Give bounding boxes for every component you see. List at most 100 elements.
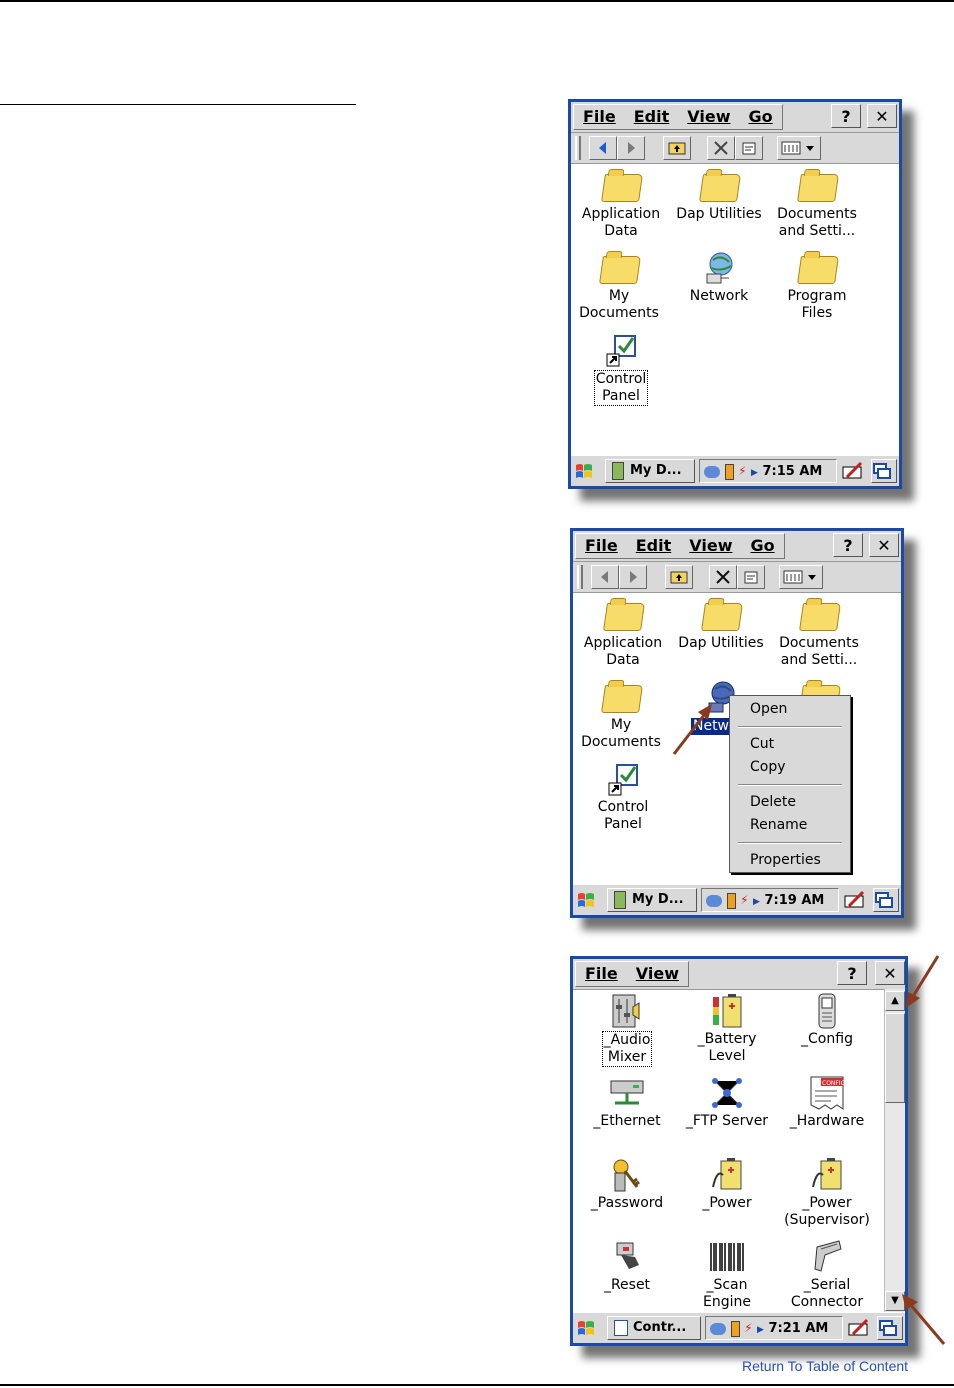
menu-view[interactable]: View [680, 534, 741, 558]
icon-scan-engine[interactable]: _Scan Engine [679, 1239, 775, 1311]
menu-file[interactable]: File [576, 534, 627, 558]
start-button[interactable] [575, 1316, 603, 1340]
return-to-toc-link[interactable]: Return To Table of Content [742, 1358, 908, 1374]
input-panel-button[interactable] [843, 888, 871, 912]
menu-go[interactable]: Go [739, 105, 781, 129]
top-rule [0, 0, 954, 2]
taskbar-app-button[interactable]: My D... [605, 459, 695, 483]
input-panel-button[interactable] [841, 459, 869, 483]
icon-power[interactable]: _Power [679, 1157, 775, 1212]
delete-x-icon [716, 570, 730, 584]
forward-button[interactable] [619, 565, 647, 589]
tray-expand-icon[interactable]: ▶ [753, 897, 760, 907]
icon-ethernet[interactable]: _Ethernet [579, 1075, 675, 1130]
tray-expand-icon[interactable]: ▶ [751, 468, 758, 478]
help-button[interactable]: ? [831, 104, 861, 128]
icon-serial-connector[interactable]: _Serial Connector [779, 1239, 875, 1311]
config-tag: CONFIG [822, 1080, 846, 1087]
icon-audio-mixer[interactable]: _Audio Mixer [579, 993, 675, 1067]
scroll-thumb[interactable] [885, 1013, 905, 1103]
start-button[interactable] [573, 459, 601, 483]
icon-battery-level[interactable]: _Battery Level [679, 993, 775, 1065]
back-button[interactable] [589, 136, 617, 160]
menu-edit[interactable]: Edit [627, 534, 681, 558]
context-cut[interactable]: Cut [730, 733, 850, 756]
taskbar-app-label: Contr... [633, 1320, 687, 1335]
clock[interactable]: 7:19 AM [764, 893, 824, 908]
battery-tray-icon[interactable] [726, 892, 736, 909]
icon-dap-utilities[interactable]: Dap Utilities [671, 168, 767, 223]
clock[interactable]: 7:21 AM [768, 1321, 828, 1336]
view-mode-button[interactable] [779, 565, 823, 589]
folder-icon [797, 256, 839, 284]
context-rename[interactable]: Rename [730, 814, 850, 837]
context-properties[interactable]: Properties [730, 849, 850, 872]
context-copy[interactable]: Copy [730, 756, 850, 779]
icon-my-documents[interactable]: My Documents [571, 250, 667, 322]
delete-button[interactable] [707, 136, 735, 160]
input-panel-button[interactable] [847, 1316, 875, 1340]
icon-application-data[interactable]: Application Data [573, 168, 669, 240]
icon-application-data[interactable]: Application Data [575, 597, 671, 669]
icon-password[interactable]: _Password [579, 1157, 675, 1212]
icon-label: _Audio Mixer [601, 1031, 653, 1067]
keyboard-pen-icon [842, 461, 863, 479]
desktop-switch-button[interactable] [877, 1316, 903, 1340]
battery-tray-icon[interactable] [724, 463, 734, 480]
context-delete[interactable]: Delete [730, 791, 850, 814]
icon-label: Application Data [581, 206, 661, 239]
icon-documents-and-settings[interactable]: Documents and Setti... [771, 597, 867, 669]
tray-expand-icon[interactable]: ▶ [757, 1325, 764, 1335]
up-folder-button[interactable] [663, 136, 691, 160]
list-view-icon [783, 570, 816, 584]
taskbar-app-button[interactable]: Contr... [607, 1316, 701, 1340]
up-folder-button[interactable] [665, 565, 693, 589]
toolbar-grip[interactable] [575, 136, 581, 160]
menu-file[interactable]: File [576, 962, 627, 986]
icon-dap-utilities[interactable]: Dap Utilities [673, 597, 769, 652]
icon-config[interactable]: _Config [779, 993, 875, 1048]
icon-documents-and-settings[interactable]: Documents and Setti... [769, 168, 865, 240]
close-button[interactable]: ✕ [867, 104, 897, 128]
icon-control-panel[interactable]: Control Panel [575, 761, 671, 833]
back-button[interactable] [591, 565, 619, 589]
help-button[interactable]: ? [837, 961, 867, 985]
properties-button[interactable] [735, 136, 763, 160]
close-button[interactable]: ✕ [869, 533, 899, 557]
delete-button[interactable] [709, 565, 737, 589]
menu-bar: File Edit View Go ? ✕ [573, 531, 901, 562]
menu-view[interactable]: View [678, 105, 739, 129]
help-button[interactable]: ? [833, 533, 863, 557]
toolbar-grip[interactable] [577, 565, 583, 589]
properties-button[interactable] [737, 565, 765, 589]
battery-icon [713, 994, 742, 1028]
start-button[interactable] [575, 888, 603, 912]
icon-ftp-server[interactable]: _FTP Server [679, 1075, 775, 1130]
clock[interactable]: 7:15 AM [762, 464, 822, 479]
icon-reset[interactable]: _Reset [579, 1239, 675, 1294]
battery-tray-icon[interactable] [730, 1320, 740, 1337]
icon-power-supervisor[interactable]: _Power (Supervisor) [779, 1157, 875, 1229]
network-tray-icon[interactable] [706, 894, 722, 907]
taskbar-app-button[interactable]: My D... [607, 888, 697, 912]
network-tray-icon[interactable] [704, 465, 720, 478]
menu-view[interactable]: View [627, 962, 688, 986]
taskbar: My D... ⚡ ▶ 7:19 AM [573, 884, 901, 915]
properties-icon [744, 571, 758, 584]
menu-file[interactable]: File [574, 105, 625, 129]
menu-go[interactable]: Go [741, 534, 783, 558]
icon-hardware[interactable]: CONFIG _Hardware [779, 1075, 875, 1130]
context-open[interactable]: Open [730, 698, 850, 721]
icon-program-files[interactable]: Program Files [769, 250, 865, 322]
desktop-switch-button[interactable] [871, 459, 897, 483]
icon-label: _Power [702, 1195, 752, 1211]
network-tray-icon[interactable] [710, 1322, 726, 1335]
icon-my-documents[interactable]: My Documents [573, 679, 669, 751]
icon-network[interactable]: Network [671, 250, 767, 305]
menu-edit[interactable]: Edit [625, 105, 679, 129]
vertical-scrollbar[interactable]: ▲ ▼ [884, 989, 905, 1313]
icon-control-panel[interactable]: Control Panel [573, 332, 669, 406]
desktop-switch-button[interactable] [873, 888, 899, 912]
view-mode-button[interactable] [777, 136, 821, 160]
forward-button[interactable] [617, 136, 645, 160]
